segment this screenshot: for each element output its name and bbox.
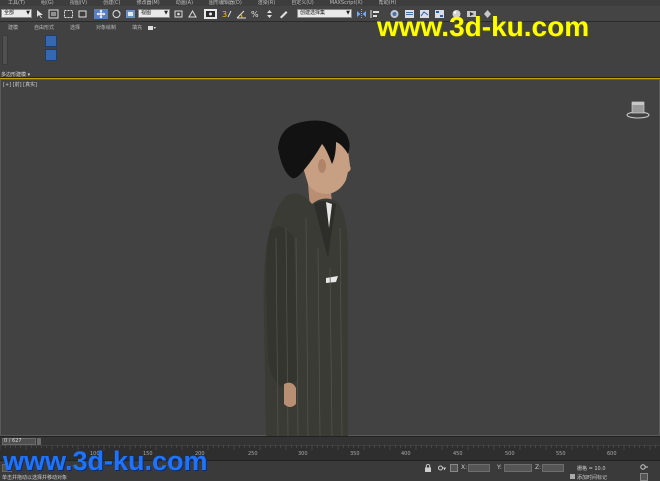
reference-coord-value: 视图 xyxy=(141,10,152,16)
named-selection-set-value: 创建选择集 xyxy=(300,10,326,16)
chevron-down-icon: ▼ xyxy=(346,10,350,16)
grid-size-label: 栅格 = 10.0 xyxy=(577,466,606,472)
selection-filter-dropdown[interactable]: 全部 ▼ xyxy=(1,9,32,18)
lock-icon[interactable] xyxy=(424,463,432,472)
next-frame-icon[interactable] xyxy=(37,438,41,445)
viewcube-icon[interactable] xyxy=(626,98,650,122)
character-model[interactable] xyxy=(256,118,376,438)
edit-named-selection-icon[interactable] xyxy=(278,9,289,19)
ribbon-options-icon[interactable] xyxy=(148,25,156,31)
select-manipulate-icon[interactable] xyxy=(187,9,198,19)
window-crossing-icon[interactable] xyxy=(77,9,88,19)
rect-region-icon[interactable] xyxy=(63,9,74,19)
key-icon[interactable] xyxy=(438,464,446,472)
set-key-icon[interactable] xyxy=(640,473,648,481)
chevron-down-icon: ▼ xyxy=(26,10,30,16)
keyboard-shortcut-icon[interactable] xyxy=(204,9,217,19)
tick-label: 450 xyxy=(453,451,463,457)
tab-selection[interactable]: 选择 xyxy=(62,25,88,32)
y-coordinate-field[interactable] xyxy=(504,464,532,472)
spinner-snap-icon[interactable] xyxy=(264,9,275,19)
auto-key-icon[interactable] xyxy=(640,463,648,471)
watermark-top: www.3d-ku.com xyxy=(377,11,590,42)
tick-label: 500 xyxy=(505,451,515,457)
add-time-tag-button[interactable]: 添加时间标记 xyxy=(577,474,607,481)
rotate-icon[interactable] xyxy=(111,9,122,19)
tick-label: 350 xyxy=(350,451,360,457)
time-tag-icon[interactable] xyxy=(570,474,575,479)
absolute-mode-icon[interactable] xyxy=(450,464,458,472)
percent-snap-icon[interactable]: % xyxy=(250,9,261,19)
reference-coord-dropdown[interactable]: 视图 ▼ xyxy=(138,9,170,18)
tick-label: 250 xyxy=(248,451,258,457)
time-slider[interactable]: 0 / 627 xyxy=(0,436,660,445)
tab-freeform[interactable]: 自由形式 xyxy=(26,25,62,32)
z-coordinate-field[interactable] xyxy=(542,464,564,472)
tick-label: 400 xyxy=(401,451,411,457)
x-coordinate-field[interactable] xyxy=(468,464,490,472)
tab-object-paint[interactable]: 对象绘制 xyxy=(88,25,124,32)
selection-filter-value: 全部 xyxy=(4,10,15,16)
snap-icon[interactable]: 3 xyxy=(222,9,233,19)
angle-snap-icon[interactable] xyxy=(236,9,247,19)
polygon-tool-icon[interactable] xyxy=(45,35,57,47)
scale-icon[interactable] xyxy=(125,9,136,19)
chevron-down-icon: ▼ xyxy=(164,10,168,16)
ribbon-tabs: 建模 自由形式 选择 对象绘制 填充 xyxy=(0,25,150,32)
pivot-icon[interactable] xyxy=(173,9,184,19)
viewport-label[interactable]: [+] [前] [真实] xyxy=(3,81,37,88)
mirror-icon[interactable] xyxy=(356,9,367,19)
named-selection-set-dropdown[interactable]: 创建选择集 ▼ xyxy=(297,9,352,18)
select-by-name-icon[interactable] xyxy=(48,9,59,19)
select-icon[interactable] xyxy=(35,9,46,19)
y-label: Y: xyxy=(497,464,502,471)
tab-modeling[interactable]: 建模 xyxy=(0,25,26,32)
edge-tool-icon[interactable] xyxy=(45,49,57,61)
ribbon-panel-handle[interactable] xyxy=(2,35,8,65)
move-icon[interactable] xyxy=(94,9,108,19)
tick-label: 550 xyxy=(556,451,566,457)
z-label: Z: xyxy=(535,464,542,471)
frame-counter[interactable]: 0 / 627 xyxy=(2,438,36,445)
watermark-bottom: www.3d-ku.com xyxy=(3,446,208,476)
x-label: X: xyxy=(461,464,468,471)
svg-text:3: 3 xyxy=(222,10,227,19)
tick-label: 600 xyxy=(607,451,617,457)
tab-populate[interactable]: 填充 xyxy=(124,25,150,32)
svg-text:%: % xyxy=(251,10,259,19)
tick-label: 300 xyxy=(298,451,308,457)
front-viewport[interactable]: [+] [前] [真实] xyxy=(0,79,660,438)
ribbon-panel-label[interactable]: 多边形建模 ▾ xyxy=(1,71,30,78)
